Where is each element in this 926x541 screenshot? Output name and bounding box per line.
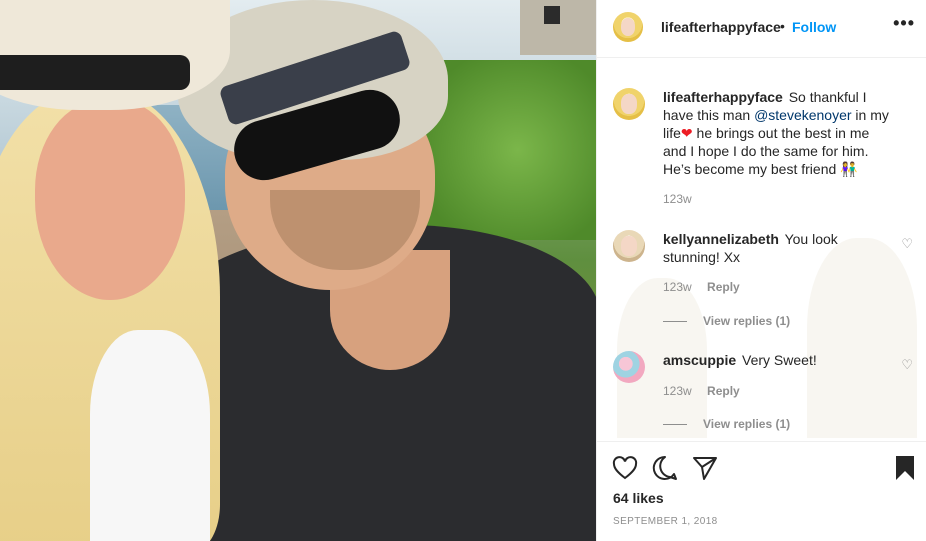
comments-section[interactable]: lifeafterhappyface So thankful I have th… xyxy=(597,58,926,441)
post-actions-bar: 64 likes SEPTEMBER 1, 2018 xyxy=(597,441,926,541)
post-header: lifeafterhappyface • Follow ••• xyxy=(597,0,926,58)
caption-line-3: He’s become my best friend xyxy=(663,161,837,177)
comment-meta: 123w Reply xyxy=(663,280,740,294)
follow-button[interactable]: Follow xyxy=(792,19,836,35)
author-avatar[interactable] xyxy=(613,12,643,42)
caption-age: 123w xyxy=(663,192,692,206)
reply-button[interactable]: Reply xyxy=(707,280,740,294)
caption-mention-link[interactable]: @stevekenoyer xyxy=(754,107,851,123)
photo-ruin xyxy=(520,0,596,55)
comment-age: 123w xyxy=(663,384,692,398)
view-replies-line xyxy=(663,424,687,426)
caption-text: lifeafterhappyface So thankful I have th… xyxy=(663,88,891,178)
commenter-avatar[interactable] xyxy=(613,230,645,262)
photo-woman-hat-band xyxy=(0,55,190,90)
comment-like-heart-icon[interactable]: ♡ xyxy=(901,357,913,373)
comment-meta: 123w Reply xyxy=(663,384,740,398)
caption-author-avatar[interactable] xyxy=(613,88,645,120)
caption-meta: 123w xyxy=(663,192,692,206)
caption-line-2: he brings out the best in me and I hope … xyxy=(663,125,870,159)
photo-woman-top xyxy=(90,330,210,541)
post-photo[interactable] xyxy=(0,0,596,541)
photo-ruin-window xyxy=(544,6,560,24)
author-username[interactable]: lifeafterhappyface xyxy=(661,19,781,35)
heart-outline-icon[interactable] xyxy=(611,454,639,482)
comment-username[interactable]: amscuppie xyxy=(663,352,736,368)
bookmark-filled-icon[interactable] xyxy=(891,454,919,482)
likes-count[interactable]: 64 likes xyxy=(613,490,664,506)
comment-bubble-icon[interactable] xyxy=(651,454,679,482)
separator-dot: • xyxy=(780,18,785,34)
red-heart-emoji-icon: ❤ xyxy=(680,125,693,141)
reply-button[interactable]: Reply xyxy=(707,384,740,398)
post-side-panel: lifeafterhappyface • Follow ••• lifeafte… xyxy=(596,0,926,541)
view-replies-button[interactable]: View replies (1) xyxy=(663,314,790,328)
view-replies-label: View replies (1) xyxy=(703,417,791,431)
photo-woman-face xyxy=(35,100,185,300)
caption-username[interactable]: lifeafterhappyface xyxy=(663,89,783,105)
comment-content: Very Sweet! xyxy=(742,352,817,368)
view-replies-button[interactable]: View replies (1) xyxy=(663,417,790,431)
comment-username[interactable]: kellyannelizabeth xyxy=(663,231,779,247)
couple-emoji-icon: 👫 xyxy=(840,161,858,177)
share-paper-plane-icon[interactable] xyxy=(691,454,719,482)
ghost-figure-right xyxy=(807,238,917,438)
comment-text: amscuppie Very Sweet! xyxy=(663,351,891,369)
comment-like-heart-icon[interactable]: ♡ xyxy=(901,236,913,252)
more-options-icon[interactable]: ••• xyxy=(893,13,915,34)
view-replies-line xyxy=(663,321,687,323)
comment-age: 123w xyxy=(663,280,692,294)
post-date: SEPTEMBER 1, 2018 xyxy=(613,516,718,527)
view-replies-label: View replies (1) xyxy=(703,314,791,328)
commenter-avatar[interactable] xyxy=(613,351,645,383)
comment-text: kellyannelizabeth You look stunning! Xx xyxy=(663,230,891,266)
